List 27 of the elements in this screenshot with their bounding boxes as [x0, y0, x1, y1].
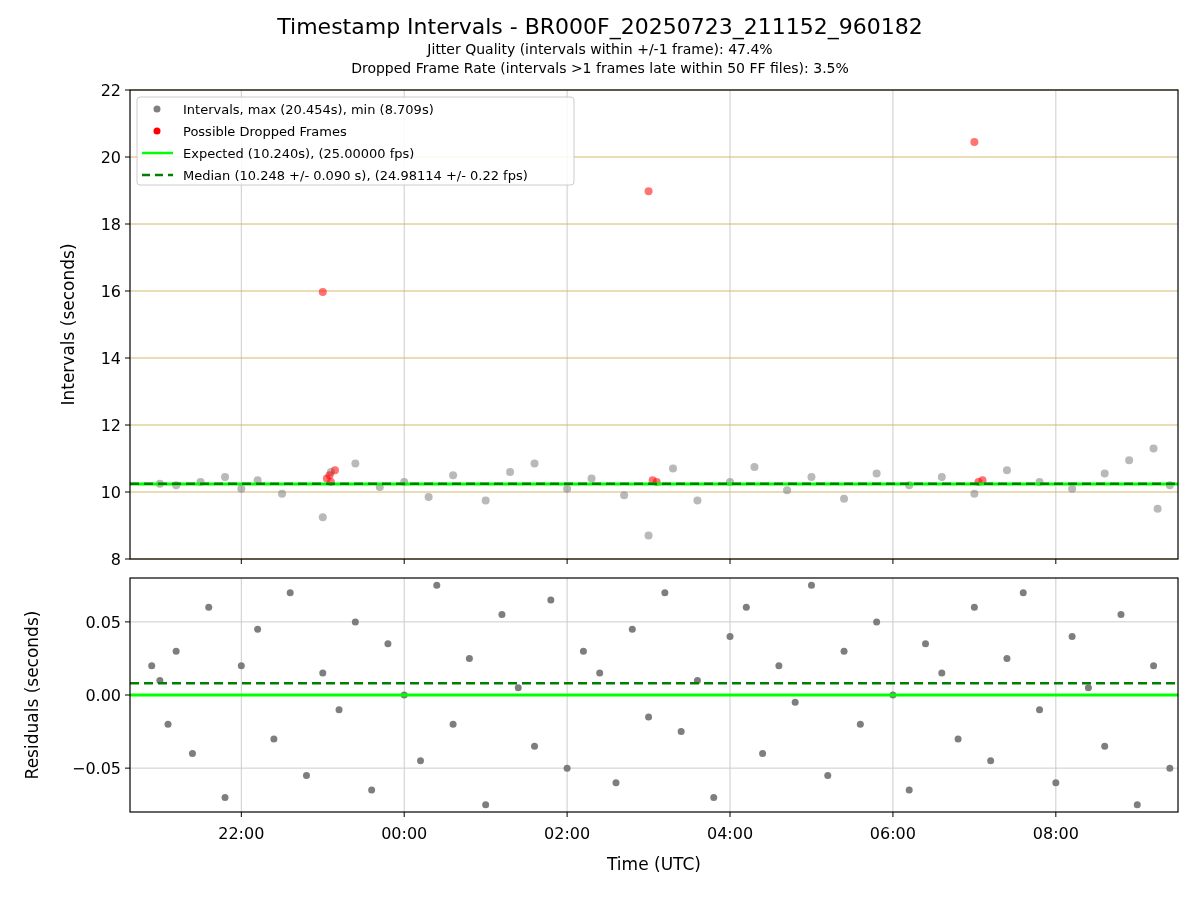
tick-label: −0.05	[71, 759, 121, 779]
tick-label: 10	[100, 483, 121, 502]
axis-label: Intervals (seconds)	[58, 243, 78, 406]
tick-label: 00:00	[381, 824, 428, 843]
tick-label: 20	[100, 148, 121, 167]
legend-label: Intervals, max (20.454s), min (8.709s)	[183, 101, 434, 117]
tick-label: 08:00	[1032, 824, 1079, 843]
tick-label: 02:00	[544, 824, 591, 843]
tick-label: 14	[100, 349, 121, 368]
tick-label: 8	[110, 550, 121, 569]
tick-label: 0.05	[85, 612, 121, 632]
tick-label: 22:00	[218, 824, 265, 843]
chart-subtitle: Dropped Frame Rate (intervals >1 frames late within 50 FF files): 3.5%	[351, 59, 849, 78]
chart-title: Timestamp Intervals - BR000F_20250723_211152_960182	[277, 14, 923, 40]
tick-label: 0.00	[85, 686, 121, 705]
legend-label: Possible Dropped Frames	[183, 123, 347, 139]
tick-label: 12	[100, 416, 121, 435]
tick-label: 22	[100, 81, 121, 100]
legend-label: Expected (10.240s), (25.00000 fps)	[183, 145, 415, 161]
tick-label: 18	[100, 215, 121, 234]
chart-subtitle: Jitter Quality (intervals within +/-1 frame): 47.4%	[427, 40, 773, 59]
axis-label: Time (UTC)	[607, 854, 701, 874]
axis-label: Residuals (seconds)	[22, 610, 42, 780]
tick-label: 06:00	[869, 824, 916, 843]
tick-label: 04:00	[706, 824, 754, 843]
tick-label: 16	[100, 282, 121, 301]
legend-label: Median (10.248 +/- 0.090 s), (24.98114 +/- 0.22 fps)	[183, 167, 528, 183]
